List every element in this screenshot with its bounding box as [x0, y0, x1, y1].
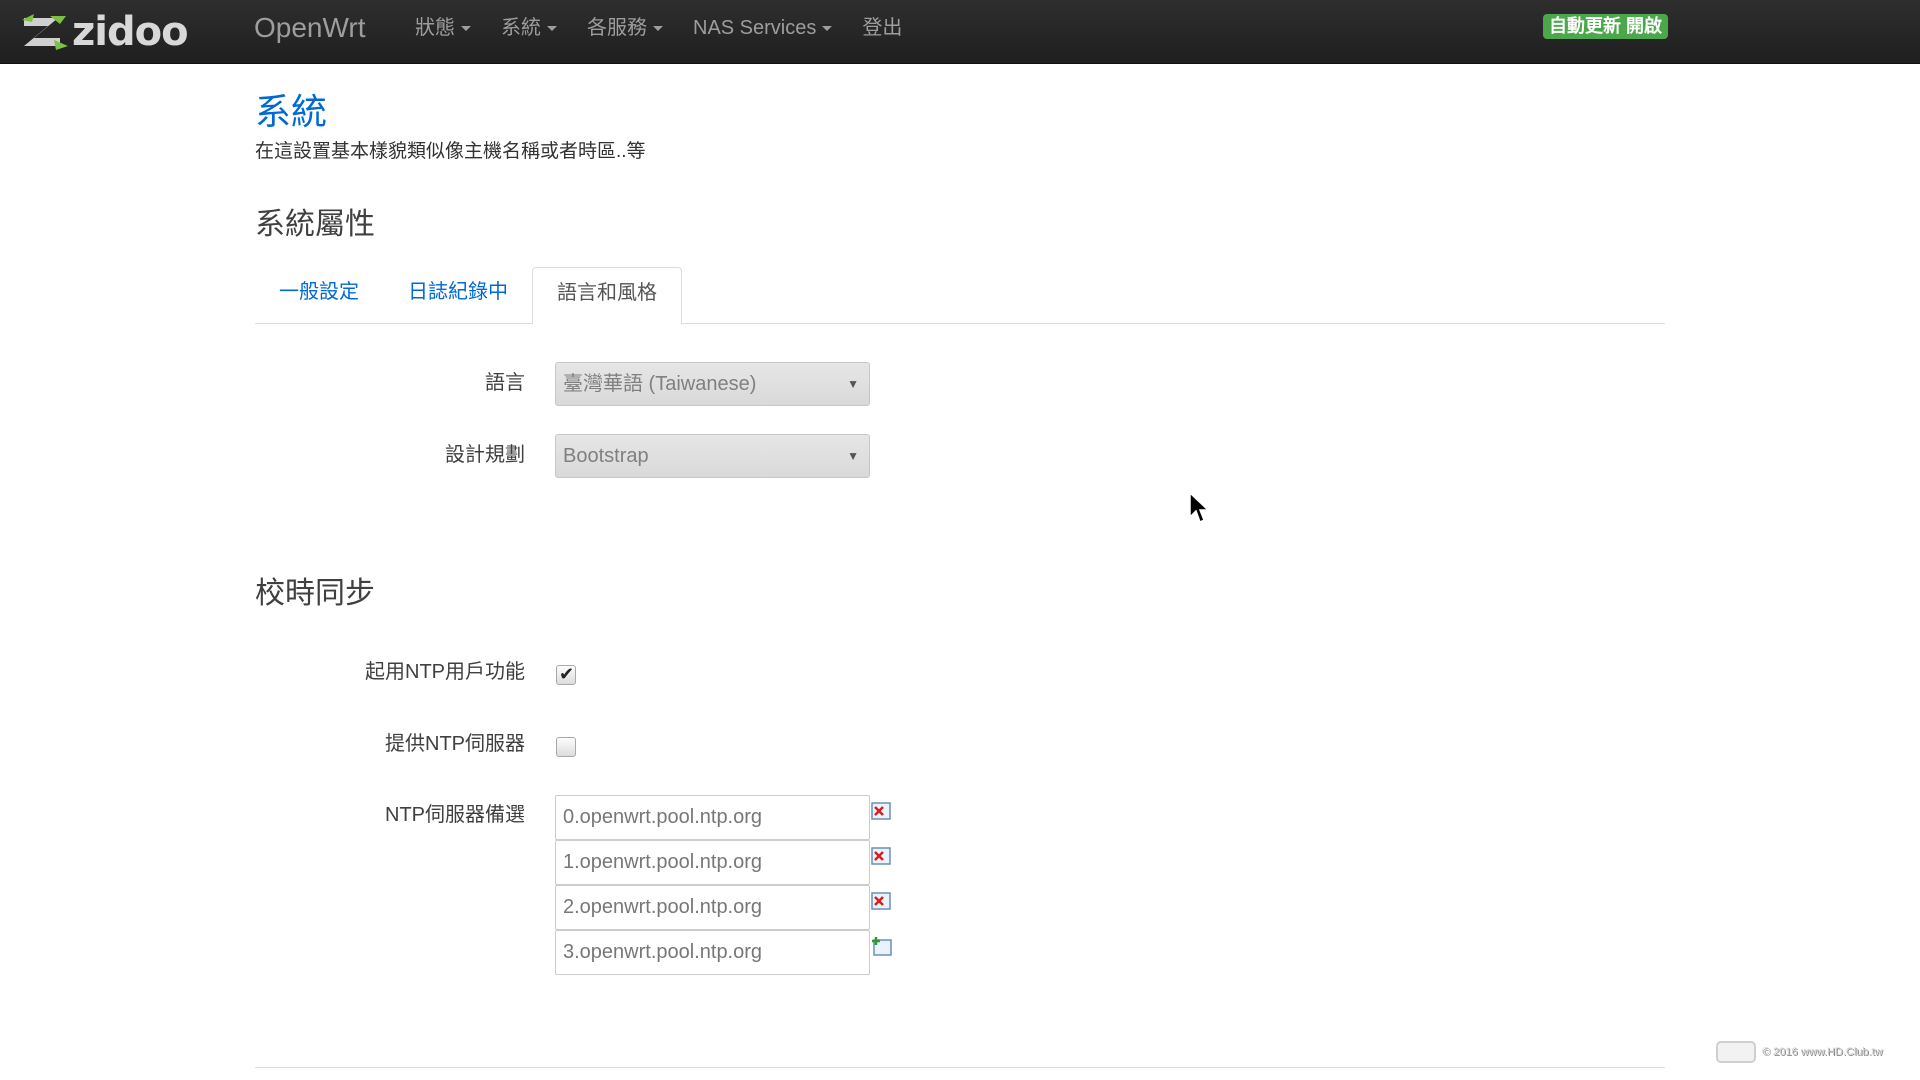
- menu-label: 各服務: [587, 17, 647, 39]
- chevron-down-icon: [461, 25, 471, 31]
- page-title: 系統: [255, 91, 328, 132]
- mouse-pointer-icon: [1189, 491, 1210, 524]
- checkmark-icon: ✔: [559, 664, 575, 684]
- design-select-value: Bootstrap: [563, 445, 649, 467]
- section-title-time-sync: 校時同步: [255, 577, 375, 610]
- logo-text: zidoo: [72, 9, 189, 55]
- menu-system[interactable]: 系統: [486, 0, 572, 56]
- ntp-server-input-2[interactable]: 2.openwrt.pool.ntp.org: [555, 885, 870, 930]
- ntp-server-input-1[interactable]: 1.openwrt.pool.ntp.org: [555, 840, 870, 885]
- ntp-server-input-0[interactable]: 0.openwrt.pool.ntp.org: [555, 795, 870, 840]
- language-label: 語言: [485, 372, 525, 394]
- main-menu: 狀態 系統 各服務 NAS Services 登出: [400, 0, 917, 56]
- menu-status[interactable]: 狀態: [400, 0, 486, 56]
- footer-divider: [255, 1067, 1665, 1068]
- select-arrow-icon: ▼: [847, 449, 859, 463]
- menu-label: NAS Services: [693, 17, 817, 39]
- ntp-candidates-label: NTP伺服器備選: [385, 804, 525, 826]
- section-title-system-properties: 系統屬性: [255, 208, 375, 241]
- add-icon[interactable]: [871, 936, 893, 956]
- menu-label: 系統: [501, 17, 541, 39]
- chevron-down-icon: [547, 25, 557, 31]
- menu-logout[interactable]: 登出: [847, 0, 917, 56]
- tab-bar: 一般設定 日誌紀錄中 語言和風格: [255, 267, 1665, 325]
- enable-ntp-checkbox[interactable]: ✔: [556, 664, 576, 685]
- menu-label: 登出: [862, 17, 903, 39]
- tab-language-and-style[interactable]: 語言和風格: [532, 267, 682, 325]
- top-navbar: zidoo OpenWrt 狀態 系統 各服務 NAS Services 登出 …: [0, 0, 1920, 64]
- hdclub-logo-icon: [1716, 1041, 1756, 1063]
- design-label: 設計規劃: [445, 444, 525, 466]
- menu-services[interactable]: 各服務: [572, 0, 678, 56]
- provide-ntp-label: 提供NTP伺服器: [385, 733, 525, 755]
- zidoo-logo[interactable]: zidoo: [20, 8, 189, 56]
- ntp-server-input-3[interactable]: 3.openwrt.pool.ntp.org: [555, 930, 870, 975]
- chevron-down-icon: [822, 25, 833, 31]
- watermark: © 2016 www.HD.Club.tw: [1716, 1038, 1883, 1066]
- remove-icon[interactable]: [871, 801, 893, 821]
- language-select[interactable]: 臺灣華語 (Taiwanese) ▼: [555, 362, 870, 406]
- enable-ntp-label: 起用NTP用戶功能: [365, 661, 525, 683]
- remove-icon[interactable]: [871, 891, 893, 911]
- design-select[interactable]: Bootstrap ▼: [555, 434, 870, 478]
- tab-logging[interactable]: 日誌紀錄中: [384, 267, 532, 324]
- menu-nas-services[interactable]: NAS Services: [678, 0, 847, 56]
- menu-label: 狀態: [415, 17, 455, 39]
- autorefresh-toggle[interactable]: 自動更新 開啟: [1543, 14, 1669, 39]
- brand-openwrt[interactable]: OpenWrt: [254, 0, 366, 56]
- provide-ntp-checkbox[interactable]: [556, 737, 576, 757]
- language-select-value: 臺灣華語 (Taiwanese): [563, 373, 757, 395]
- page-description: 在這設置基本樣貌類似像主機名稱或者時區..等: [255, 141, 646, 162]
- chevron-down-icon: [653, 25, 663, 31]
- select-arrow-icon: ▼: [847, 377, 859, 391]
- watermark-text: © 2016 www.HD.Club.tw: [1762, 1046, 1883, 1058]
- zidoo-logo-icon: [22, 14, 68, 50]
- tab-general-settings[interactable]: 一般設定: [255, 267, 383, 324]
- remove-icon[interactable]: [871, 846, 893, 866]
